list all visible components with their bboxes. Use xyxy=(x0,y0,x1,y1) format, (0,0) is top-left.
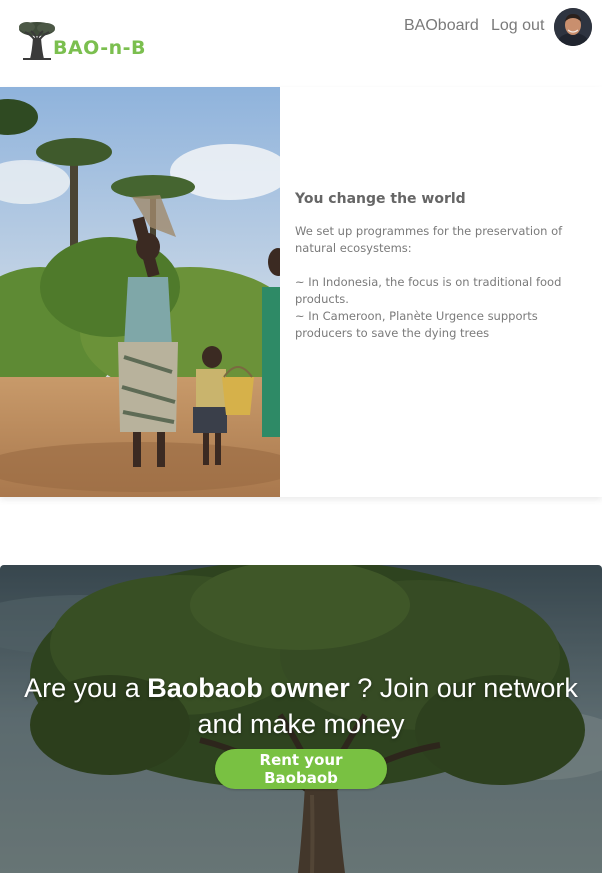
hero-banner: Are you a Baobaob owner ? Join our netwo… xyxy=(0,565,602,873)
feature-intro: We set up programmes for the preservatio… xyxy=(295,224,563,255)
nav-baoboard-link[interactable]: BAOboard xyxy=(404,17,479,35)
feature-card: You change the world We set up programme… xyxy=(0,87,602,497)
feature-title: You change the world xyxy=(295,191,466,207)
logo[interactable]: BAO-n-B xyxy=(17,19,146,61)
nav-logout-link[interactable]: Log out xyxy=(491,17,544,35)
site-header: BAO-n-B BAOboard Log out xyxy=(0,0,602,86)
feature-bullet-cameroon: ~ In Cameroon, Planète Urgence supports … xyxy=(295,309,538,340)
hero-heading-bold: Baobaob owner xyxy=(147,673,350,703)
hero-heading-pre: Are you a xyxy=(24,673,148,703)
user-avatar-icon xyxy=(554,8,592,46)
feature-text: You change the world We set up programme… xyxy=(295,191,585,342)
feature-bullet-indonesia: ~ In Indonesia, the focus is on traditio… xyxy=(295,275,562,306)
rent-baobab-button[interactable]: Rent your Baobaob xyxy=(215,749,387,789)
user-avatar[interactable] xyxy=(554,8,592,46)
logo-text: BAO-n-B xyxy=(53,37,146,59)
baobab-tree-icon xyxy=(19,22,55,60)
feature-photo xyxy=(0,87,280,497)
hero-heading: Are you a Baobaob owner ? Join our netwo… xyxy=(0,670,602,742)
village-photo-image xyxy=(0,87,280,497)
